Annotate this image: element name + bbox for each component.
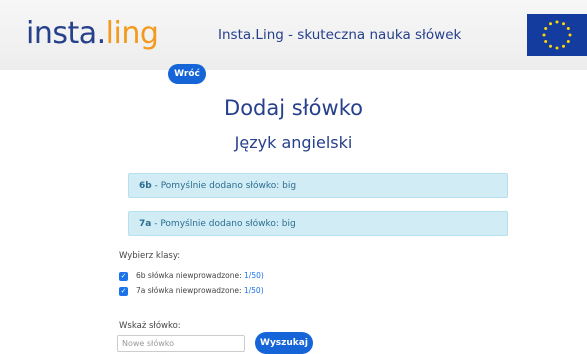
class-6b-text: 6b słówka niewprowadzone: (136, 271, 245, 280)
class-7a-text: 7a słówka niewprowadzone: (136, 286, 244, 295)
class-6b-label[interactable]: 6b słówka niewprowadzone: 1/50) (136, 271, 264, 280)
new-word-input[interactable] (117, 335, 245, 352)
eu-flag-icon (527, 14, 587, 56)
alert-class-label: 7a (139, 219, 152, 229)
class-select-label: Wybierz klasy: (119, 251, 181, 261)
page-title: Dodaj słówko (224, 96, 363, 120)
class-7a-checkbox[interactable]: ✓ (119, 287, 128, 296)
search-button[interactable]: Wyszukaj (255, 332, 313, 354)
class-6b-count-link[interactable]: 1/50) (244, 271, 264, 280)
logo-part-insta: insta. (26, 16, 106, 51)
success-alert-6b: 6b - Pomyślnie dodano słówko: big (128, 173, 508, 198)
success-alert-7a: 7a - Pomyślnie dodano słówko: big (128, 211, 508, 236)
site-tagline: Insta.Ling - skuteczna nauka słówek (218, 27, 462, 43)
language-title: Język angielski (234, 133, 353, 152)
logo-part-ling: ling (105, 16, 159, 51)
alert-message: - Pomyślnie dodano słówko: big (151, 181, 297, 191)
word-search-label: Wskaż słówko: (119, 321, 181, 331)
instaling-logo[interactable]: insta.ling (26, 16, 159, 52)
class-6b-checkbox[interactable]: ✓ (119, 272, 128, 281)
class-7a-label[interactable]: 7a słówka niewprowadzone: 1/50) (136, 286, 264, 295)
back-button[interactable]: Wróć (168, 64, 206, 84)
alert-message: - Pomyślnie dodano słówko: big (151, 219, 296, 229)
class-7a-count-link[interactable]: 1/50) (244, 286, 264, 295)
alert-class-label: 6b (139, 181, 152, 191)
